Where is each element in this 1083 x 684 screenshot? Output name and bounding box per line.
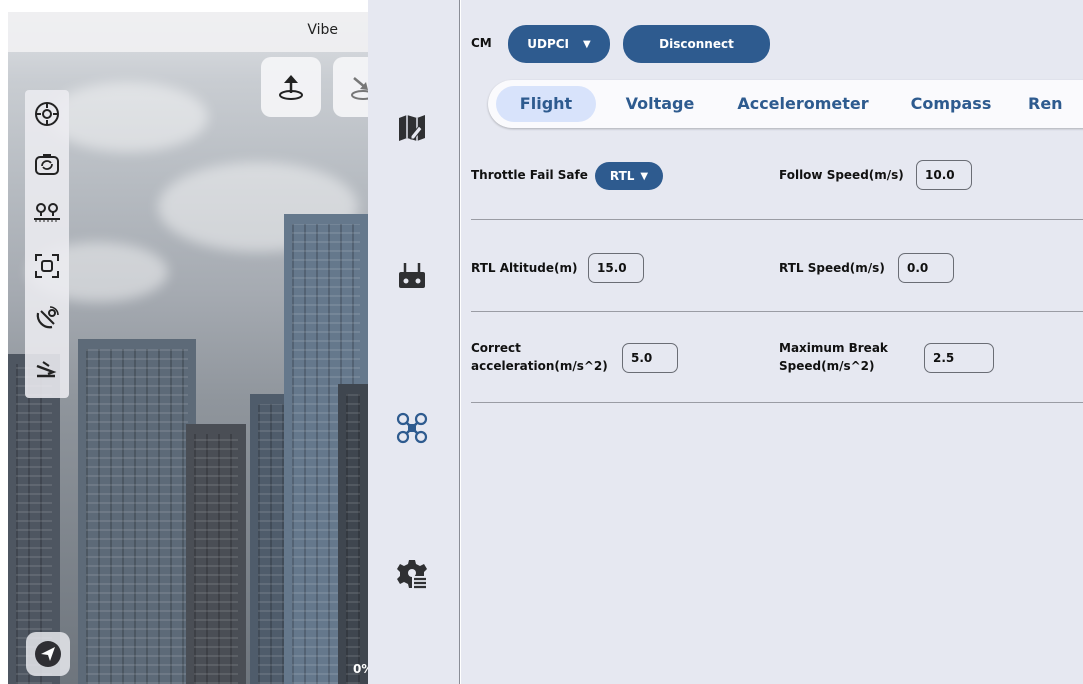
- correct-acceleration-label: Correct acceleration(m/s^2): [471, 339, 608, 375]
- follow-speed-field[interactable]: 10.0: [916, 160, 972, 190]
- map-edit-icon[interactable]: [394, 110, 430, 146]
- remote-controller-icon[interactable]: [394, 258, 430, 294]
- protocol-dropdown[interactable]: UDPCI ▼: [508, 25, 610, 63]
- row-divider: [471, 402, 1083, 403]
- navigation-arrow-icon: [35, 641, 61, 667]
- maximum-break-speed-field[interactable]: 2.5: [924, 343, 994, 373]
- return-home-icon: [351, 77, 368, 100]
- correct-acceleration-field[interactable]: 5.0: [622, 343, 678, 373]
- throttle-fail-safe-value: RTL: [609, 169, 635, 183]
- tab-ren[interactable]: Ren: [1028, 86, 1083, 122]
- cm-label: CM: [471, 36, 492, 50]
- focus-target-icon[interactable]: [31, 98, 63, 130]
- disconnect-label: Disconnect: [659, 37, 734, 51]
- cloud: [48, 82, 208, 152]
- return-home-button[interactable]: [333, 57, 368, 117]
- crop-frame-icon[interactable]: [31, 250, 63, 282]
- settings-category-nav: [368, 0, 460, 684]
- rtl-altitude-label: RTL Altitude(m): [471, 261, 578, 275]
- row-divider: [471, 311, 1083, 312]
- takeoff-button[interactable]: [261, 57, 321, 117]
- rtl-speed-field[interactable]: 0.0: [898, 253, 954, 283]
- throttle-fail-safe-dropdown[interactable]: RTL ▼: [595, 162, 663, 190]
- maximum-break-speed-label-line2: Speed(m/s^2): [779, 359, 875, 373]
- progress-percent: 0%: [353, 662, 368, 676]
- building: [78, 339, 196, 684]
- settings-panel: CM UDPCI ▼ Disconnect Flight Voltage Acc…: [461, 0, 1083, 684]
- navigate-button[interactable]: [26, 632, 70, 676]
- takeoff-icon: [279, 75, 303, 100]
- camera-view: Vibe 0: [8, 12, 368, 684]
- camera-switch-icon[interactable]: [31, 148, 63, 180]
- throttle-fail-safe-label: Throttle Fail Safe: [471, 168, 588, 182]
- camera-topbar: Vibe: [8, 12, 368, 52]
- follow-speed-label: Follow Speed(m/s): [779, 168, 904, 182]
- waypoint-ruler-icon[interactable]: [31, 198, 63, 230]
- maximum-break-speed-label-line1: Maximum Break: [779, 341, 888, 355]
- row-divider: [471, 219, 1083, 220]
- camera-title: Vibe: [307, 22, 338, 38]
- correct-acceleration-label-line2: acceleration(m/s^2): [471, 359, 608, 373]
- correct-acceleration-label-line1: Correct: [471, 341, 521, 355]
- satellite-dish-icon[interactable]: [31, 302, 63, 334]
- building: [338, 384, 368, 684]
- tab-voltage[interactable]: Voltage: [612, 86, 708, 122]
- rtl-speed-label: RTL Speed(m/s): [779, 261, 885, 275]
- dropdown-caret-icon: ▼: [640, 170, 649, 182]
- drone-icon[interactable]: [394, 410, 430, 446]
- landing-icon[interactable]: [31, 354, 63, 386]
- protocol-value: UDPCI: [527, 37, 570, 51]
- tab-accelerometer[interactable]: Accelerometer: [728, 86, 878, 122]
- dropdown-caret-icon: ▼: [583, 38, 591, 50]
- settings-tabs: Flight Voltage Accelerometer Compass Ren: [488, 80, 1083, 128]
- nav-divider: [459, 0, 460, 684]
- disconnect-button[interactable]: Disconnect: [623, 25, 770, 63]
- building: [186, 424, 246, 684]
- maximum-break-speed-label: Maximum Break Speed(m/s^2): [779, 339, 888, 375]
- settings-gear-list-icon[interactable]: [394, 556, 430, 592]
- tab-compass[interactable]: Compass: [896, 86, 1006, 122]
- rtl-altitude-field[interactable]: 15.0: [588, 253, 644, 283]
- tab-flight[interactable]: Flight: [496, 86, 596, 122]
- camera-toolstrip: [25, 90, 69, 398]
